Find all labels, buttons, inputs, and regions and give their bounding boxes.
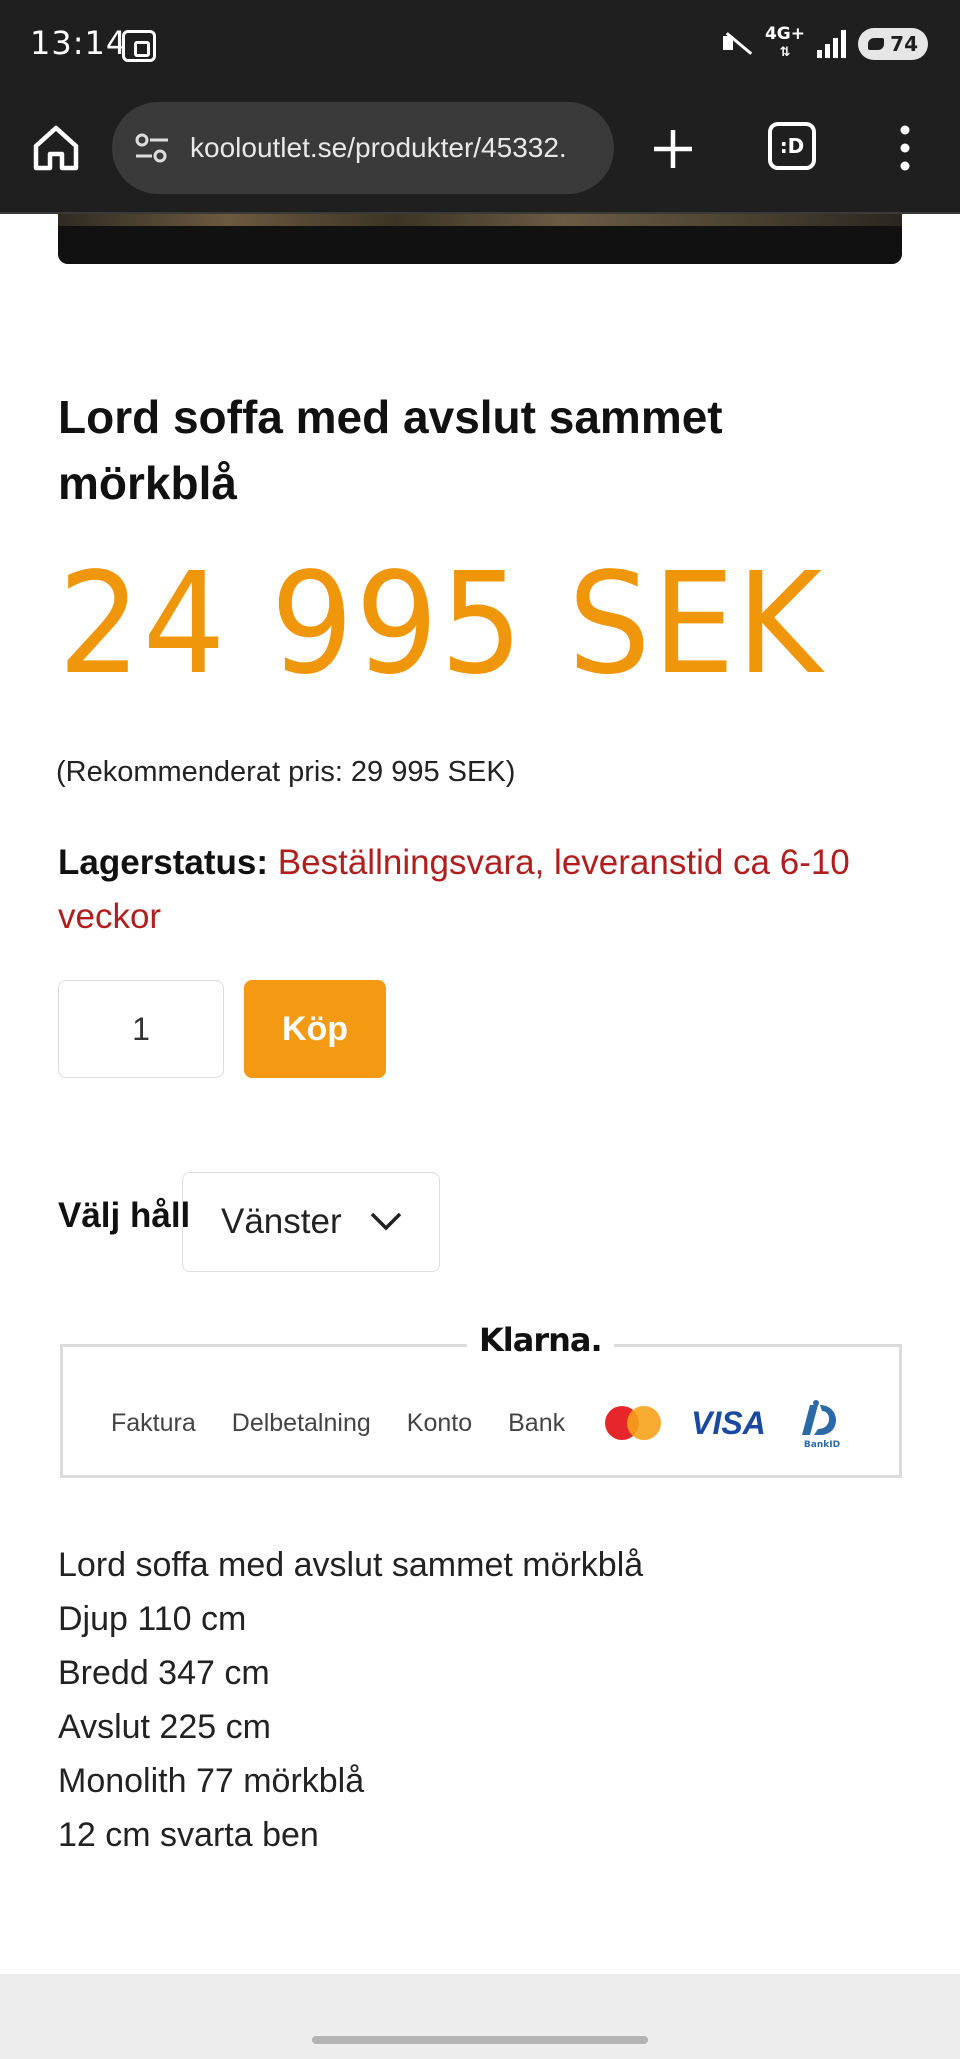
hand-select[interactable]: Vänster [182, 1172, 440, 1272]
product-price: 24 995 SEK [58, 543, 824, 706]
chevron-down-icon [370, 1212, 402, 1231]
product-title: Lord soffa med avslut sammet mörkblå [58, 391, 723, 509]
site-settings-icon[interactable] [132, 128, 172, 168]
payment-option-delbetalning: Delbetalning [231, 1408, 371, 1437]
payment-methods: Klarna. Faktura Delbetalning Konto Bank … [60, 1321, 902, 1478]
network-type: 4G+ ⇅ [765, 26, 805, 61]
klarna-logo: Klarna. [467, 1321, 614, 1359]
payment-option-faktura: Faktura [111, 1408, 196, 1437]
description-line: Bredd 347 cm [58, 1654, 270, 1692]
visa-logo: VISA [691, 1404, 766, 1441]
status-time: 13:14 [30, 24, 128, 62]
description-line: Lord soffa med avslut sammet mörkblå [58, 1546, 644, 1584]
stock-status: Lagerstatus: Beställningsvara, leveranst… [58, 836, 898, 944]
description-line: Avslut 225 cm [58, 1708, 271, 1746]
bankid-icon: BankID [801, 1400, 840, 1449]
status-icons: 4G+ ⇅ 74 [719, 26, 928, 61]
status-bar: 13:14 4G+ ⇅ 74 [0, 0, 960, 92]
url-text: kooloutlet.se/produkter/45332. [190, 132, 567, 163]
screenshot-icon [122, 30, 156, 62]
product-description: Lord soffa med avslut sammet mörkblå Dju… [58, 1538, 643, 1862]
payment-option-bank: Bank [508, 1408, 566, 1437]
payment-row: Faktura Delbetalning Konto Bank VISA Ban… [111, 1397, 848, 1449]
buy-button[interactable]: Köp [244, 980, 386, 1078]
payment-option-konto: Konto [406, 1408, 473, 1437]
gesture-nav-handle[interactable] [312, 2036, 648, 2044]
battery-icon: 74 [858, 27, 928, 60]
tab-count: :D [779, 134, 805, 158]
tab-switcher-button[interactable]: :D [768, 122, 816, 170]
home-icon[interactable] [30, 122, 82, 174]
bankid-label: BankID [804, 1440, 840, 1449]
stock-label: Lagerstatus: [58, 843, 269, 882]
description-line: Djup 110 cm [58, 1600, 247, 1638]
address-bar[interactable]: kooloutlet.se/produkter/45332. [112, 102, 614, 194]
recommended-price: (Rekommenderat pris: 29 995 SEK) [56, 756, 516, 788]
mastercard-icon [605, 1406, 662, 1440]
hand-select-label: Välj håll [58, 1196, 191, 1235]
browser-toolbar: kooloutlet.se/produkter/45332. :D [0, 92, 960, 214]
new-tab-icon[interactable] [650, 126, 696, 172]
more-menu-icon[interactable] [890, 120, 920, 176]
mute-icon [719, 27, 753, 61]
battery-level: 74 [890, 31, 918, 56]
quantity-input[interactable]: 1 [58, 980, 224, 1078]
network-label: 4G+ [764, 24, 805, 44]
data-arrows-icon: ⇅ [779, 45, 791, 60]
hand-selected-value: Vänster [221, 1202, 342, 1241]
signal-icon [817, 29, 846, 58]
description-line: Monolith 77 mörkblå [58, 1762, 365, 1800]
page-footer [0, 1974, 960, 2059]
description-line: 12 cm svarta ben [58, 1816, 319, 1854]
product-video[interactable] [58, 210, 902, 264]
